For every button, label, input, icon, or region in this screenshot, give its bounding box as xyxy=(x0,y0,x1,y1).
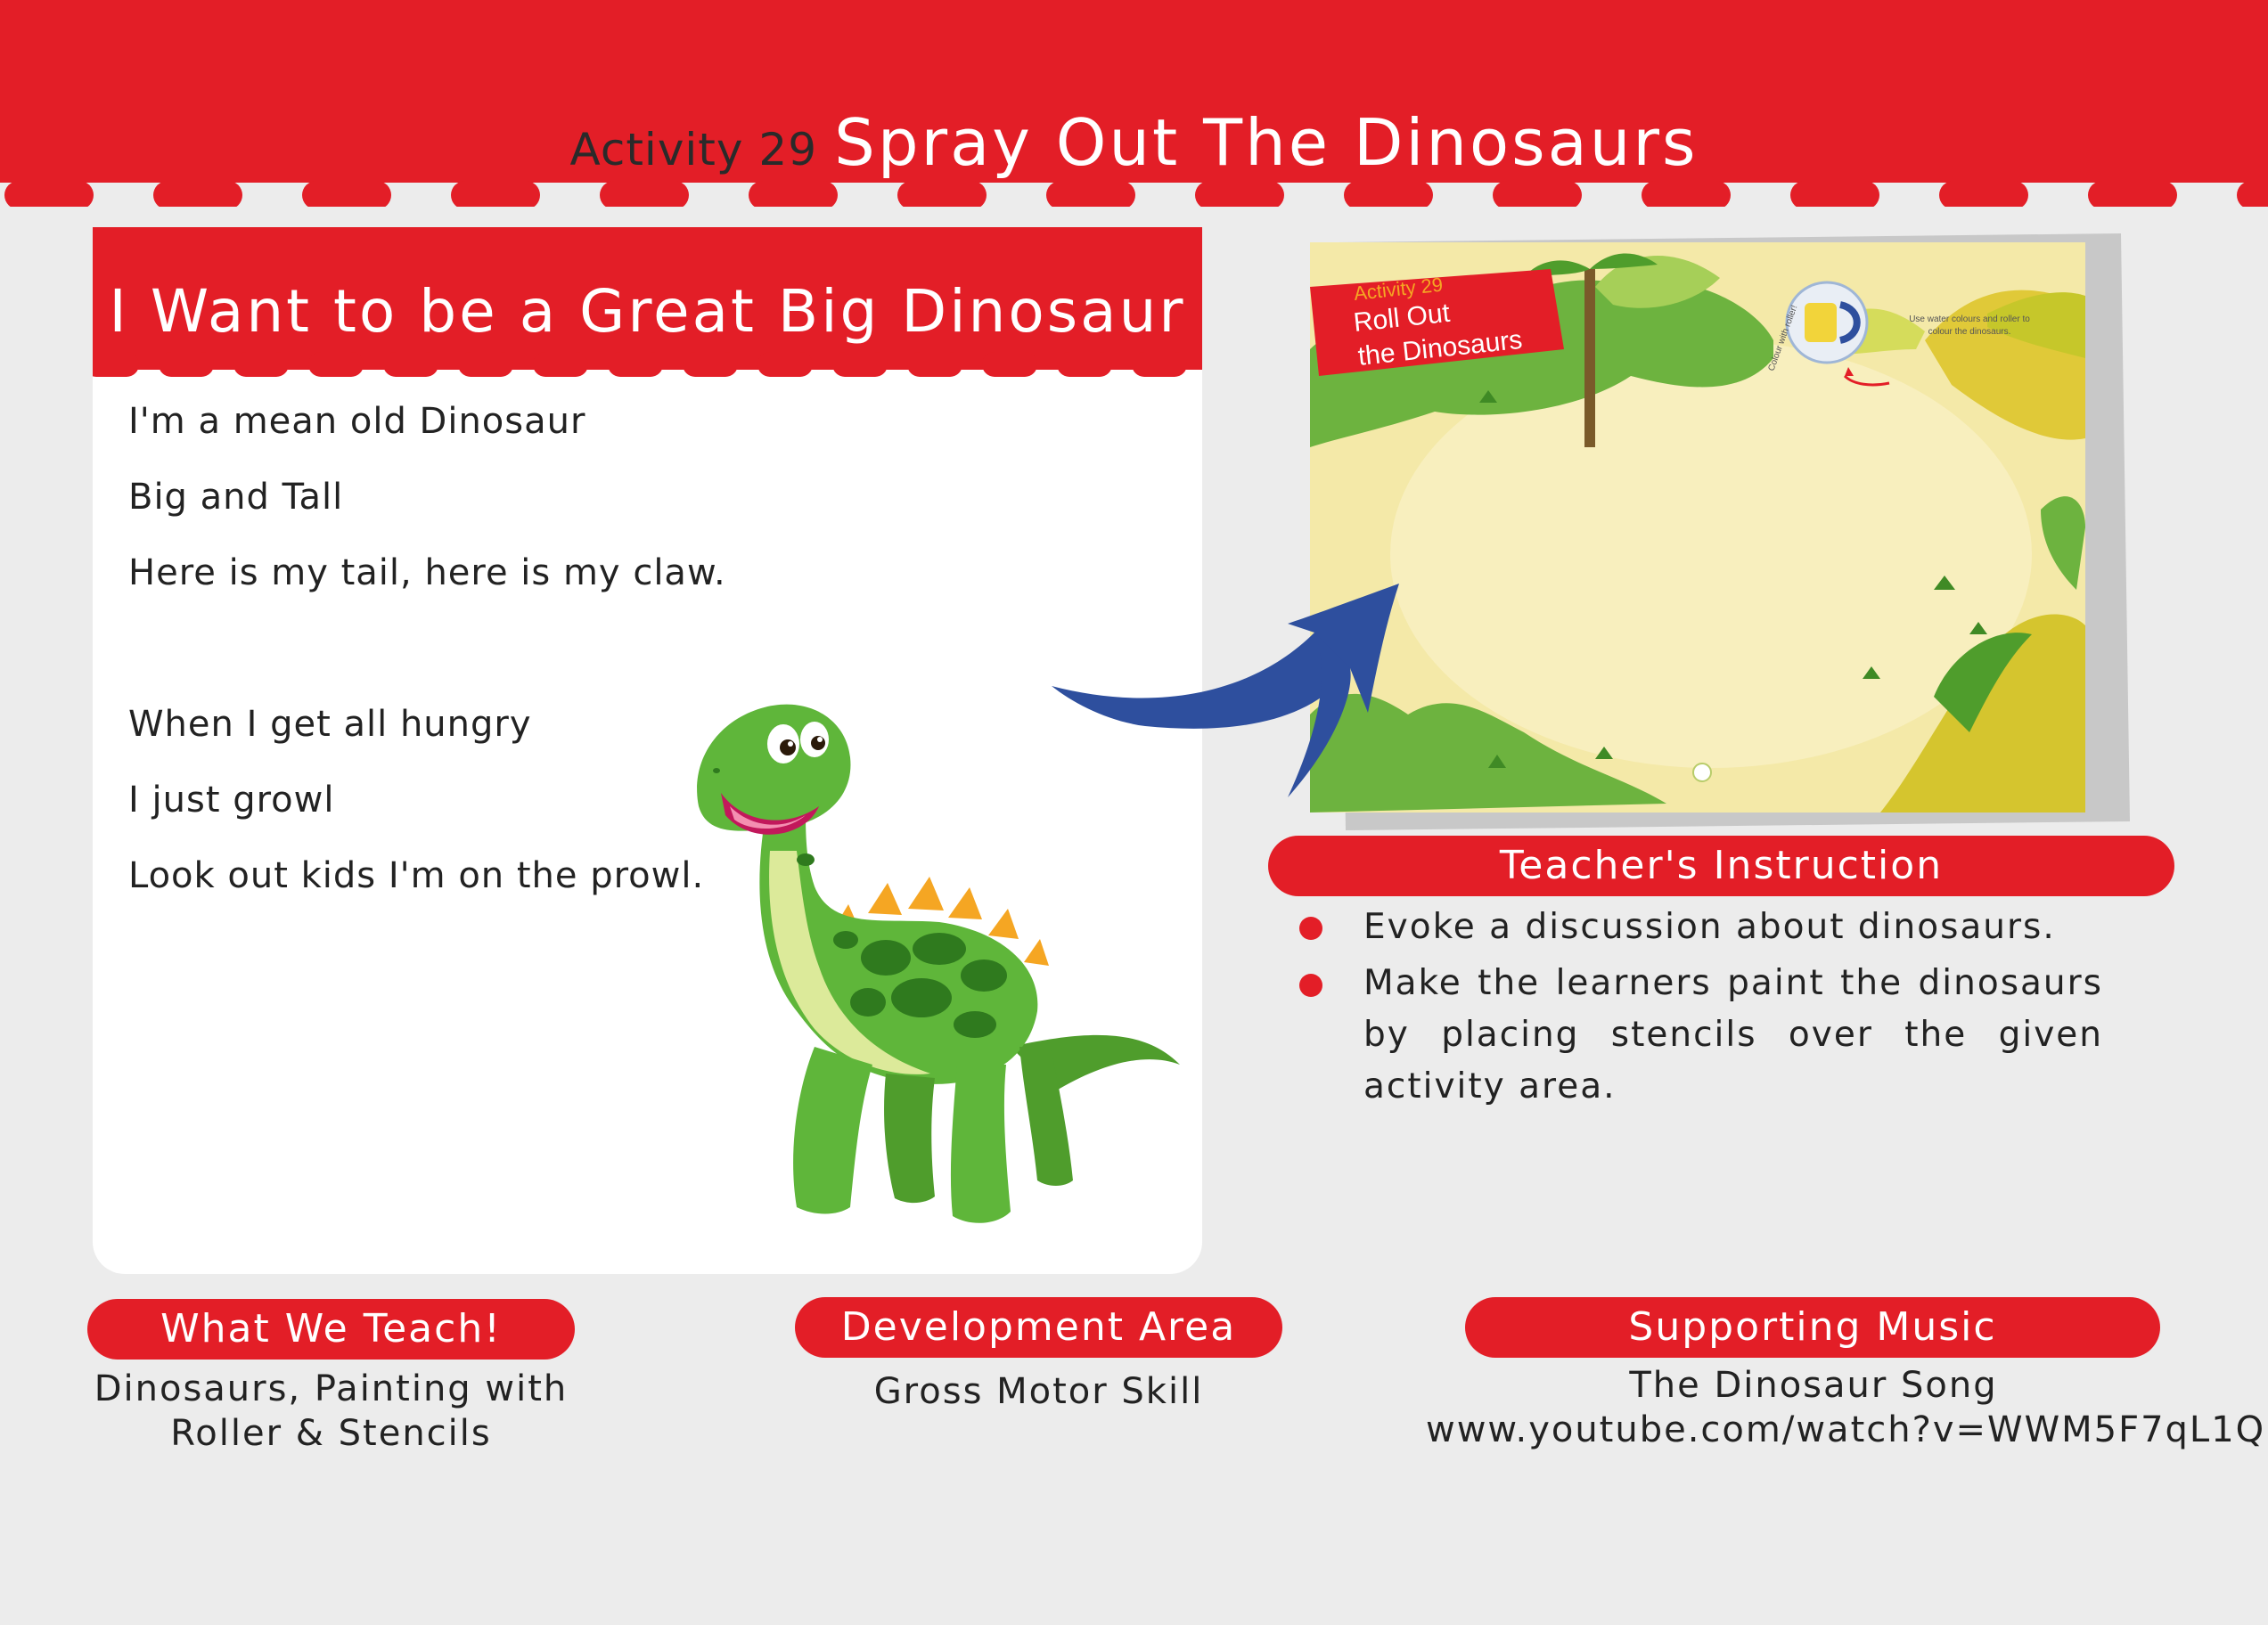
poem-scallop xyxy=(982,352,1037,377)
what-we-teach-value: Dinosaurs, Painting with Roller & Stenci… xyxy=(87,1367,575,1456)
supporting-music-heading: Supporting Music xyxy=(1465,1297,2160,1358)
teacher-instruction-heading: Teacher's Instruction xyxy=(1268,836,2174,896)
header-scallop xyxy=(2088,181,2177,209)
poem-line-2: Big and Tall xyxy=(128,477,344,518)
header-scallop xyxy=(1195,181,1284,209)
what-we-teach-line-1: Dinosaurs, Painting with xyxy=(94,1368,569,1409)
supporting-music-value: The Dinosaur Song www.youtube.com/watch?… xyxy=(1426,1363,2268,1452)
poem-card: I Want to be a Great Big Dinosaur I'm a … xyxy=(93,227,1202,1274)
header-scallop xyxy=(451,181,540,209)
poem-scallop xyxy=(1132,352,1187,377)
activity-preview-image: Activity 29 Roll Out the Dinosaurs Colou… xyxy=(1310,233,2130,830)
bullet-icon xyxy=(1299,974,1322,997)
header-scallop xyxy=(1790,181,1879,209)
poem-scallop xyxy=(383,352,438,377)
poem-line-6: Look out kids I'm on the prowl. xyxy=(128,855,705,896)
header-scallop xyxy=(1046,181,1135,209)
poem-line-3: Here is my tail, here is my claw. xyxy=(128,552,726,593)
poem-scallop xyxy=(308,352,364,377)
activity-number: Activity 29 xyxy=(569,124,818,176)
header-scallop xyxy=(1939,181,2028,209)
what-we-teach-heading: What We Teach! xyxy=(87,1299,575,1360)
development-area-heading: Development Area xyxy=(795,1297,1282,1358)
page-title: Activity 29 Spray Out The Dinosaurs xyxy=(0,105,2268,180)
poem-banner-scallop xyxy=(93,352,1187,377)
poem-scallop xyxy=(93,352,139,377)
header-scallop xyxy=(749,181,838,209)
poem-scallop xyxy=(757,352,813,377)
poem-scallop xyxy=(233,352,289,377)
poem-title: I Want to be a Great Big Dinosaur xyxy=(109,277,1186,346)
poem-scallop xyxy=(683,352,738,377)
poem-scallop xyxy=(458,352,513,377)
header-scallop xyxy=(1344,181,1433,209)
header-scallop xyxy=(4,181,94,209)
song-title: The Dinosaur Song xyxy=(1629,1365,1998,1406)
header-scallop xyxy=(600,181,689,209)
header-scallop xyxy=(153,181,242,209)
poem-scallop xyxy=(159,352,214,377)
page-header: Activity 29 Spray Out The Dinosaurs xyxy=(0,0,2268,209)
what-we-teach-line-2: Roller & Stencils xyxy=(170,1413,492,1454)
bullet-icon xyxy=(1299,917,1322,940)
activity-preview: Activity 29 Roll Out the Dinosaurs Colou… xyxy=(1310,233,2130,839)
poem-scallop xyxy=(832,352,888,377)
song-link[interactable]: www.youtube.com/watch?v=WWM5F7qL1QE xyxy=(1426,1408,2268,1452)
preview-note: Use water colours and roller to colour t… xyxy=(1909,314,2030,337)
poem-scallop xyxy=(608,352,663,377)
development-area-value: Gross Motor Skill xyxy=(873,1371,1204,1412)
header-scallop xyxy=(302,181,391,209)
poem-line-5: I just growl xyxy=(128,780,335,821)
header-scallop xyxy=(897,181,987,209)
header-scallop xyxy=(1642,181,1731,209)
instruction-item-2: Make the learners paint the dinosaurs by… xyxy=(1363,963,2103,1106)
poem-line-1: I'm a mean old Dinosaur xyxy=(128,401,586,442)
poem-scallop xyxy=(907,352,962,377)
poem-scallop xyxy=(533,352,588,377)
poem-line-4: When I get all hungry xyxy=(128,704,532,745)
header-scallop xyxy=(1493,181,1582,209)
poem-scallop xyxy=(1057,352,1112,377)
instruction-item-1: Evoke a discussion about dinosaurs. xyxy=(1363,907,2056,947)
arrow-icon xyxy=(1052,584,1399,797)
header-scallop xyxy=(2237,181,2268,209)
activity-title: Spray Out The Dinosaurs xyxy=(834,105,1699,180)
